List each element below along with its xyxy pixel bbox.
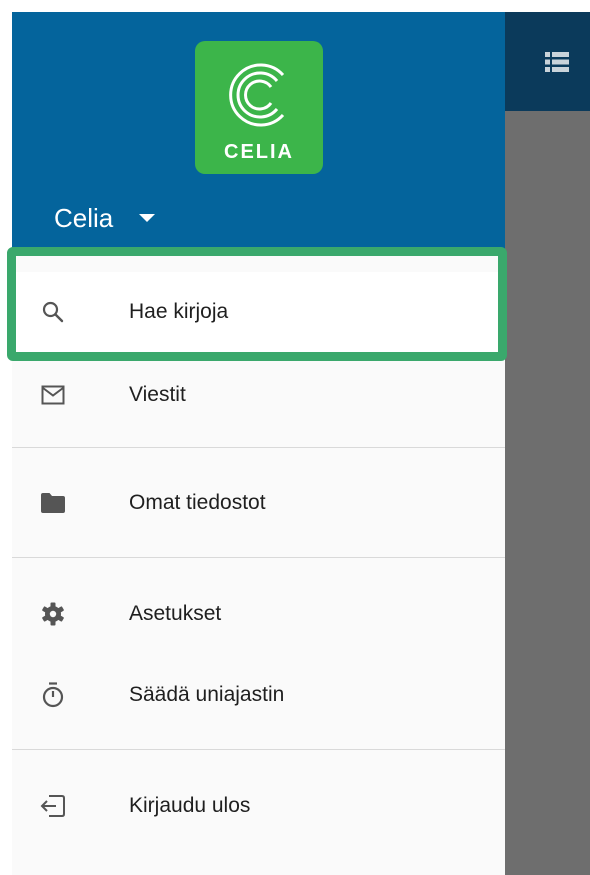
- menu-item-search-books[interactable]: Hae kirjoja: [12, 272, 505, 352]
- menu-divider: [12, 447, 505, 448]
- timer-icon: [40, 682, 66, 708]
- logo-text: CELIA: [224, 141, 294, 163]
- menu-item-label: Hae kirjoja: [129, 300, 229, 323]
- menu-item-label: Asetukset: [129, 602, 222, 625]
- caret-down-icon: [139, 214, 156, 222]
- account-switcher[interactable]: Celia: [54, 202, 156, 234]
- app-toolbar: [505, 12, 590, 111]
- screen: CELIA Celia Hae kirjoja Viestit Omat tie…: [0, 0, 590, 875]
- logout-icon: [40, 793, 66, 819]
- drawer-scrim[interactable]: [505, 111, 590, 875]
- list-icon[interactable]: [545, 52, 569, 72]
- celia-logo: CELIA: [195, 41, 323, 174]
- menu-divider: [12, 557, 505, 558]
- folder-icon: [40, 490, 66, 516]
- celia-logo-mark: [229, 63, 285, 127]
- drawer-header: CELIA Celia: [12, 12, 505, 252]
- menu-item-label: Säädä uniajastin: [129, 683, 285, 706]
- search-icon: [40, 299, 66, 325]
- menu-item-my-files[interactable]: Omat tiedostot: [12, 463, 505, 543]
- menu-item-label: Omat tiedostot: [129, 491, 266, 514]
- menu-divider: [12, 749, 505, 750]
- menu-item-logout[interactable]: Kirjaudu ulos: [12, 766, 505, 846]
- menu-item-messages[interactable]: Viestit: [12, 355, 505, 435]
- menu-item-sleep-timer[interactable]: Säädä uniajastin: [12, 655, 505, 735]
- menu-item-label: Kirjaudu ulos: [129, 794, 251, 817]
- navigation-drawer: CELIA Celia Hae kirjoja Viestit Omat tie…: [12, 12, 505, 875]
- menu-item-settings[interactable]: Asetukset: [12, 574, 505, 654]
- mail-icon: [40, 382, 66, 408]
- menu-item-label: Viestit: [129, 383, 186, 406]
- gear-icon: [40, 601, 66, 627]
- account-name: Celia: [54, 202, 114, 233]
